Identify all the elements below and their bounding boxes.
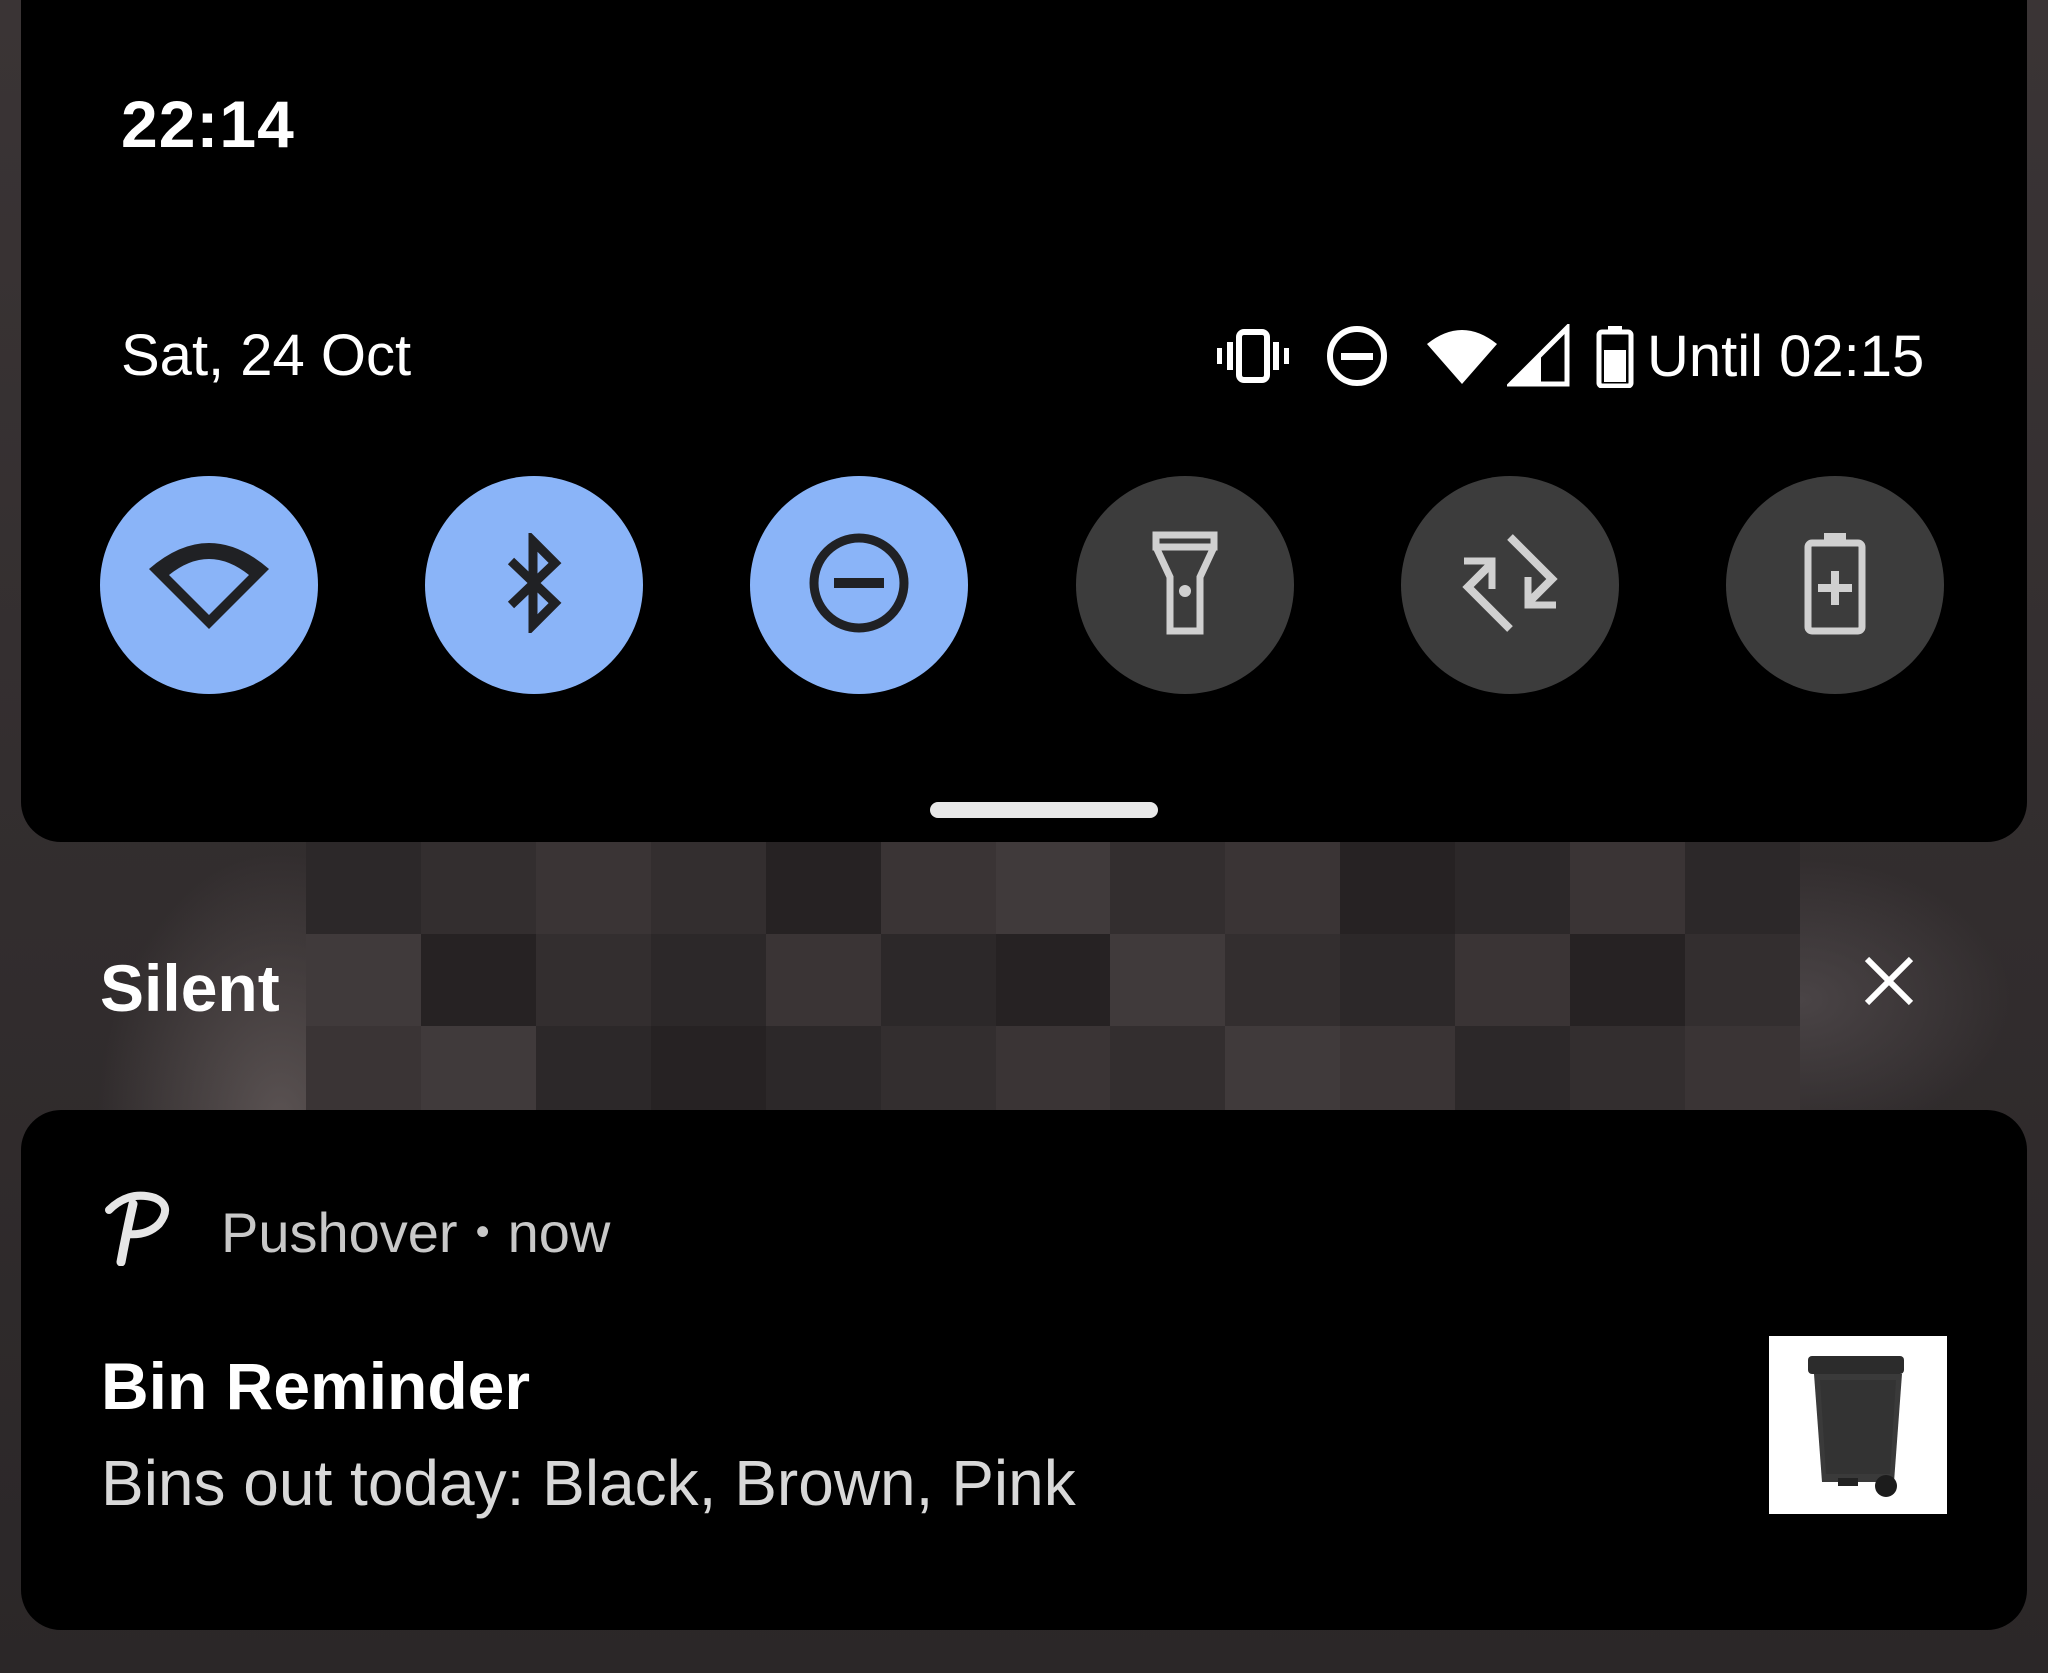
notification-time: now xyxy=(507,1201,611,1264)
bluetooth-icon xyxy=(499,529,569,638)
notification-body: Bins out today: Black, Brown, Pink xyxy=(101,1447,1076,1519)
tile-flashlight[interactable] xyxy=(1076,476,1294,694)
notification-card[interactable]: Pushover • now Bin Reminder Bins out tod… xyxy=(21,1110,2027,1630)
meta-separator: • xyxy=(475,1210,490,1254)
panel-drag-handle[interactable] xyxy=(930,802,1158,818)
do-not-disturb-icon xyxy=(1325,324,1389,388)
cell-signal-icon xyxy=(1507,324,1571,388)
notification-title: Bin Reminder xyxy=(101,1349,531,1423)
battery-estimate: Until 02:15 xyxy=(1647,323,1925,389)
pixelated-region xyxy=(306,842,1800,1118)
quick-settings-panel: 22:14 Sat, 24 Oct Until 02:15 xyxy=(21,0,2027,842)
tile-battery-saver[interactable] xyxy=(1726,476,1944,694)
wifi-icon xyxy=(147,535,271,636)
flashlight-icon xyxy=(1150,531,1220,640)
tile-auto-rotate[interactable] xyxy=(1401,476,1619,694)
status-icons: Until 02:15 xyxy=(1217,318,1924,394)
wheelie-bin-image xyxy=(1769,1336,1947,1514)
header-date[interactable]: Sat, 24 Oct xyxy=(121,322,411,389)
dismiss-all-button[interactable] xyxy=(1858,952,1920,1014)
battery-icon xyxy=(1595,324,1635,388)
wifi-icon xyxy=(1425,326,1499,386)
tile-wifi[interactable] xyxy=(100,476,318,694)
app-name: Pushover xyxy=(221,1201,458,1264)
section-header-silent: Silent xyxy=(100,951,280,1025)
pushover-p-icon xyxy=(99,1190,171,1267)
vibrate-icon xyxy=(1217,326,1289,386)
close-icon xyxy=(1863,955,1915,1012)
battery-saver-icon xyxy=(1802,531,1868,640)
do-not-disturb-icon xyxy=(807,531,911,640)
tile-do-not-disturb[interactable] xyxy=(750,476,968,694)
notification-header: Pushover • now xyxy=(221,1200,610,1265)
tile-bluetooth[interactable] xyxy=(425,476,643,694)
status-clock: 22:14 xyxy=(121,87,295,161)
auto-rotate-icon xyxy=(1456,531,1564,640)
